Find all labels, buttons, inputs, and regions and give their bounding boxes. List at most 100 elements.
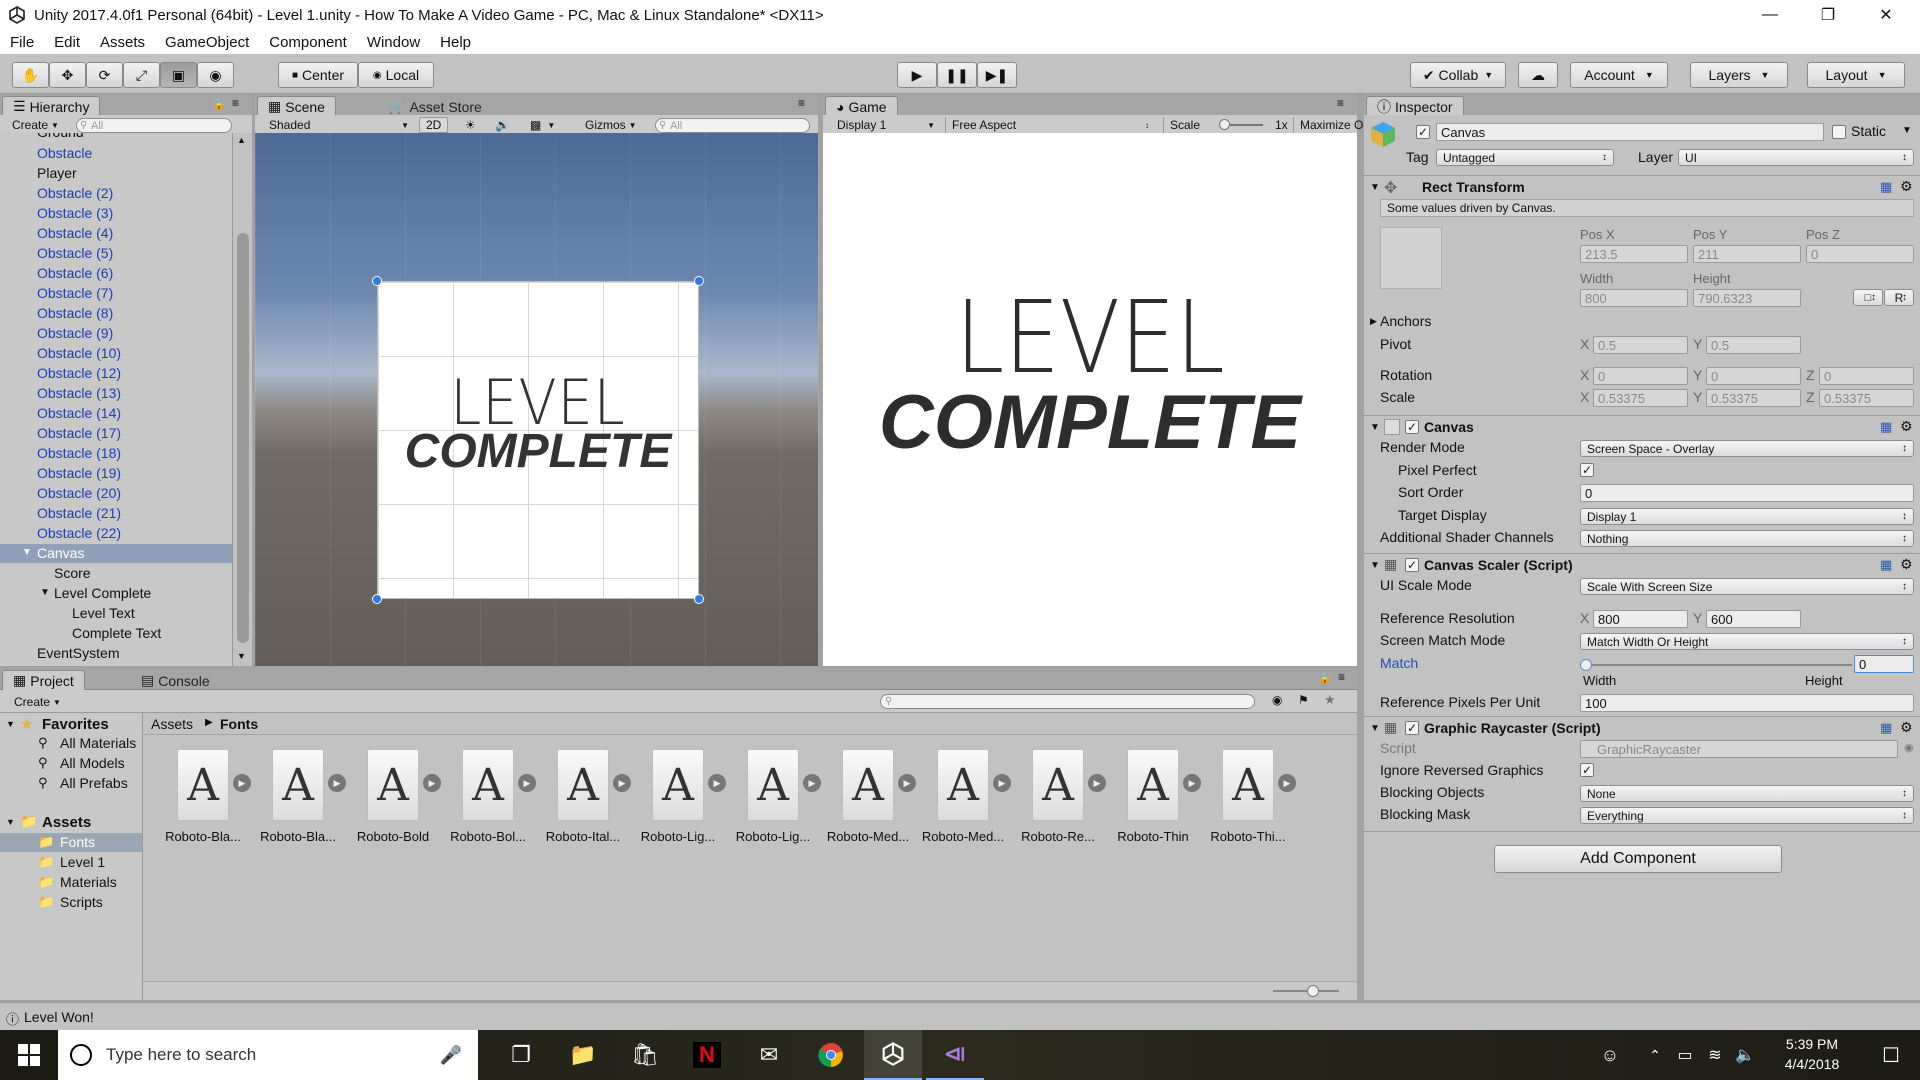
- canvas-component-header[interactable]: ▼ ✓ Canvas ▦ ⚙: [1364, 415, 1920, 437]
- tree-item[interactable]: Obstacle (10): [37, 343, 121, 363]
- panel-menu-icon[interactable]: ≡: [1337, 96, 1344, 110]
- tree-item[interactable]: Level Text: [72, 603, 135, 623]
- hierarchy-create-dropdown[interactable]: Create ▼: [12, 117, 59, 133]
- expand-arrow-icon[interactable]: ▶: [898, 774, 916, 792]
- rect-handle[interactable]: [372, 594, 382, 604]
- step-button[interactable]: ▶❚: [977, 62, 1017, 88]
- tree-item[interactable]: Obstacle (22): [37, 523, 121, 543]
- folder-item-fonts[interactable]: Fonts: [60, 834, 95, 850]
- tree-item[interactable]: Obstacle (2): [37, 183, 113, 203]
- tree-item[interactable]: Obstacle (9): [37, 323, 113, 343]
- tree-item[interactable]: Obstacle (4): [37, 223, 113, 243]
- move-tool-button[interactable]: ✥: [49, 62, 86, 88]
- slider-thumb[interactable]: [1219, 119, 1230, 130]
- game-view[interactable]: LEVEL COMPLETE: [823, 133, 1357, 666]
- ignore-reversed-checkbox[interactable]: ✓: [1580, 763, 1594, 777]
- width-field[interactable]: 800: [1580, 289, 1688, 307]
- icon-size-slider[interactable]: [1273, 985, 1339, 997]
- gear-icon[interactable]: ⚙: [1900, 719, 1913, 736]
- status-message[interactable]: Level Won!: [24, 1009, 94, 1025]
- tree-item[interactable]: Obstacle (18): [37, 443, 121, 463]
- reference-y-field[interactable]: 600: [1706, 610, 1801, 628]
- pos-x-field[interactable]: 213.5: [1580, 245, 1688, 263]
- display-dropdown[interactable]: Display 1 ▼: [837, 117, 939, 133]
- favorite-item[interactable]: All Models: [60, 755, 125, 771]
- filter-type-icon[interactable]: ◉: [1272, 693, 1282, 707]
- folder-item[interactable]: Scripts: [60, 894, 103, 910]
- scrollbar-thumb[interactable]: [237, 233, 249, 643]
- project-search-input[interactable]: ⚲: [880, 694, 1255, 709]
- favorite-item[interactable]: All Prefabs: [60, 775, 128, 791]
- screen-match-mode-dropdown[interactable]: Match Width Or Height: [1580, 633, 1914, 650]
- expand-arrow-icon[interactable]: ▶: [423, 774, 441, 792]
- font-asset-icon[interactable]: A ▶: [937, 749, 1011, 823]
- blueprint-mode-button[interactable]: □: [1853, 289, 1883, 306]
- pivot-y-field[interactable]: 0.5: [1706, 336, 1801, 354]
- file-explorer-button[interactable]: 📁: [554, 1030, 612, 1080]
- blocking-objects-dropdown[interactable]: None: [1580, 785, 1914, 802]
- enabled-checkbox[interactable]: ✓: [1405, 721, 1419, 735]
- play-button[interactable]: ▶: [897, 62, 937, 88]
- lock-icon[interactable]: 🔒: [212, 98, 226, 111]
- font-asset-icon[interactable]: A ▶: [462, 749, 536, 823]
- start-button[interactable]: [0, 1030, 58, 1080]
- gear-icon[interactable]: ⚙: [1900, 178, 1913, 195]
- tree-item[interactable]: Obstacle (7): [37, 283, 113, 303]
- layer-dropdown[interactable]: UI: [1678, 149, 1914, 166]
- panel-menu-icon[interactable]: ≡: [1338, 670, 1345, 684]
- layout-dropdown[interactable]: Layout ▼: [1807, 62, 1905, 88]
- anchor-preset-button[interactable]: [1380, 227, 1442, 289]
- reference-x-field[interactable]: 800: [1593, 610, 1688, 628]
- tree-item[interactable]: Obstacle (21): [37, 503, 121, 523]
- font-asset-icon[interactable]: A ▶: [367, 749, 441, 823]
- cloud-button[interactable]: ☁: [1518, 62, 1558, 88]
- expand-arrow-icon[interactable]: ▶: [328, 774, 346, 792]
- favorites-header[interactable]: Favorites: [42, 716, 109, 733]
- canvas-scaler-header[interactable]: ▼ ▦ ✓ Canvas Scaler (Script) ▦ ⚙: [1364, 553, 1920, 575]
- font-asset-icon[interactable]: A ▶: [272, 749, 346, 823]
- active-checkbox[interactable]: ✓: [1416, 125, 1430, 139]
- scene-search-input[interactable]: ⚲ All: [655, 118, 810, 133]
- font-asset-icon[interactable]: A ▶: [1127, 749, 1201, 823]
- people-button[interactable]: ☺: [1590, 1030, 1630, 1080]
- match-value-field[interactable]: 0: [1854, 655, 1914, 673]
- transform-tool-button[interactable]: ◉: [197, 62, 234, 88]
- static-dropdown-icon[interactable]: ▼: [1902, 125, 1912, 136]
- menu-edit[interactable]: Edit: [44, 34, 90, 51]
- scale-x-field[interactable]: 0.53375: [1593, 389, 1688, 407]
- tree-item[interactable]: Level Complete: [54, 583, 151, 603]
- project-create-dropdown[interactable]: Create ▼: [14, 694, 61, 710]
- pos-z-field[interactable]: 0: [1806, 245, 1914, 263]
- slider-thumb[interactable]: [1307, 985, 1319, 997]
- font-asset-icon[interactable]: A ▶: [177, 749, 251, 823]
- maximize-on-play-toggle[interactable]: Maximize Or: [1293, 117, 1367, 133]
- wifi-icon[interactable]: ≋: [1700, 1030, 1730, 1080]
- tree-item[interactable]: Obstacle: [37, 143, 92, 163]
- mail-button[interactable]: ✉: [740, 1030, 798, 1080]
- panel-menu-icon[interactable]: ≡: [798, 96, 805, 110]
- tree-item[interactable]: EventSystem: [37, 643, 119, 663]
- tree-item[interactable]: Obstacle (6): [37, 263, 113, 283]
- ui-scale-mode-dropdown[interactable]: Scale With Screen Size: [1580, 578, 1914, 595]
- chrome-button[interactable]: [802, 1030, 860, 1080]
- enabled-checkbox[interactable]: ✓: [1405, 558, 1419, 572]
- font-asset-icon[interactable]: A ▶: [557, 749, 631, 823]
- rect-handle[interactable]: [694, 276, 704, 286]
- expand-triangle-icon[interactable]: ▼: [40, 587, 50, 598]
- scale-y-field[interactable]: 0.53375: [1706, 389, 1801, 407]
- breadcrumb-fonts[interactable]: Fonts: [220, 716, 258, 732]
- expand-arrow-icon[interactable]: ▶: [1088, 774, 1106, 792]
- pixels-per-unit-field[interactable]: 100: [1580, 694, 1914, 712]
- tab-scene[interactable]: ▦ Scene: [257, 96, 336, 116]
- scale-tool-button[interactable]: ⤢: [123, 62, 160, 88]
- gear-icon[interactable]: ⚙: [1900, 418, 1913, 435]
- favorite-star-icon[interactable]: ★: [1324, 692, 1336, 708]
- pos-y-field[interactable]: 211: [1693, 245, 1801, 263]
- blocking-mask-dropdown[interactable]: Everything: [1580, 807, 1914, 824]
- help-book-icon[interactable]: ▦: [1880, 179, 1892, 195]
- collab-dropdown[interactable]: ✔ Collab ▼: [1410, 62, 1506, 88]
- rotation-y-field[interactable]: 0: [1706, 367, 1801, 385]
- tab-game[interactable]: ◕ Game: [825, 96, 898, 116]
- effects-dropdown[interactable]: ▩ ▼: [530, 117, 555, 133]
- pivot-x-field[interactable]: 0.5: [1593, 336, 1688, 354]
